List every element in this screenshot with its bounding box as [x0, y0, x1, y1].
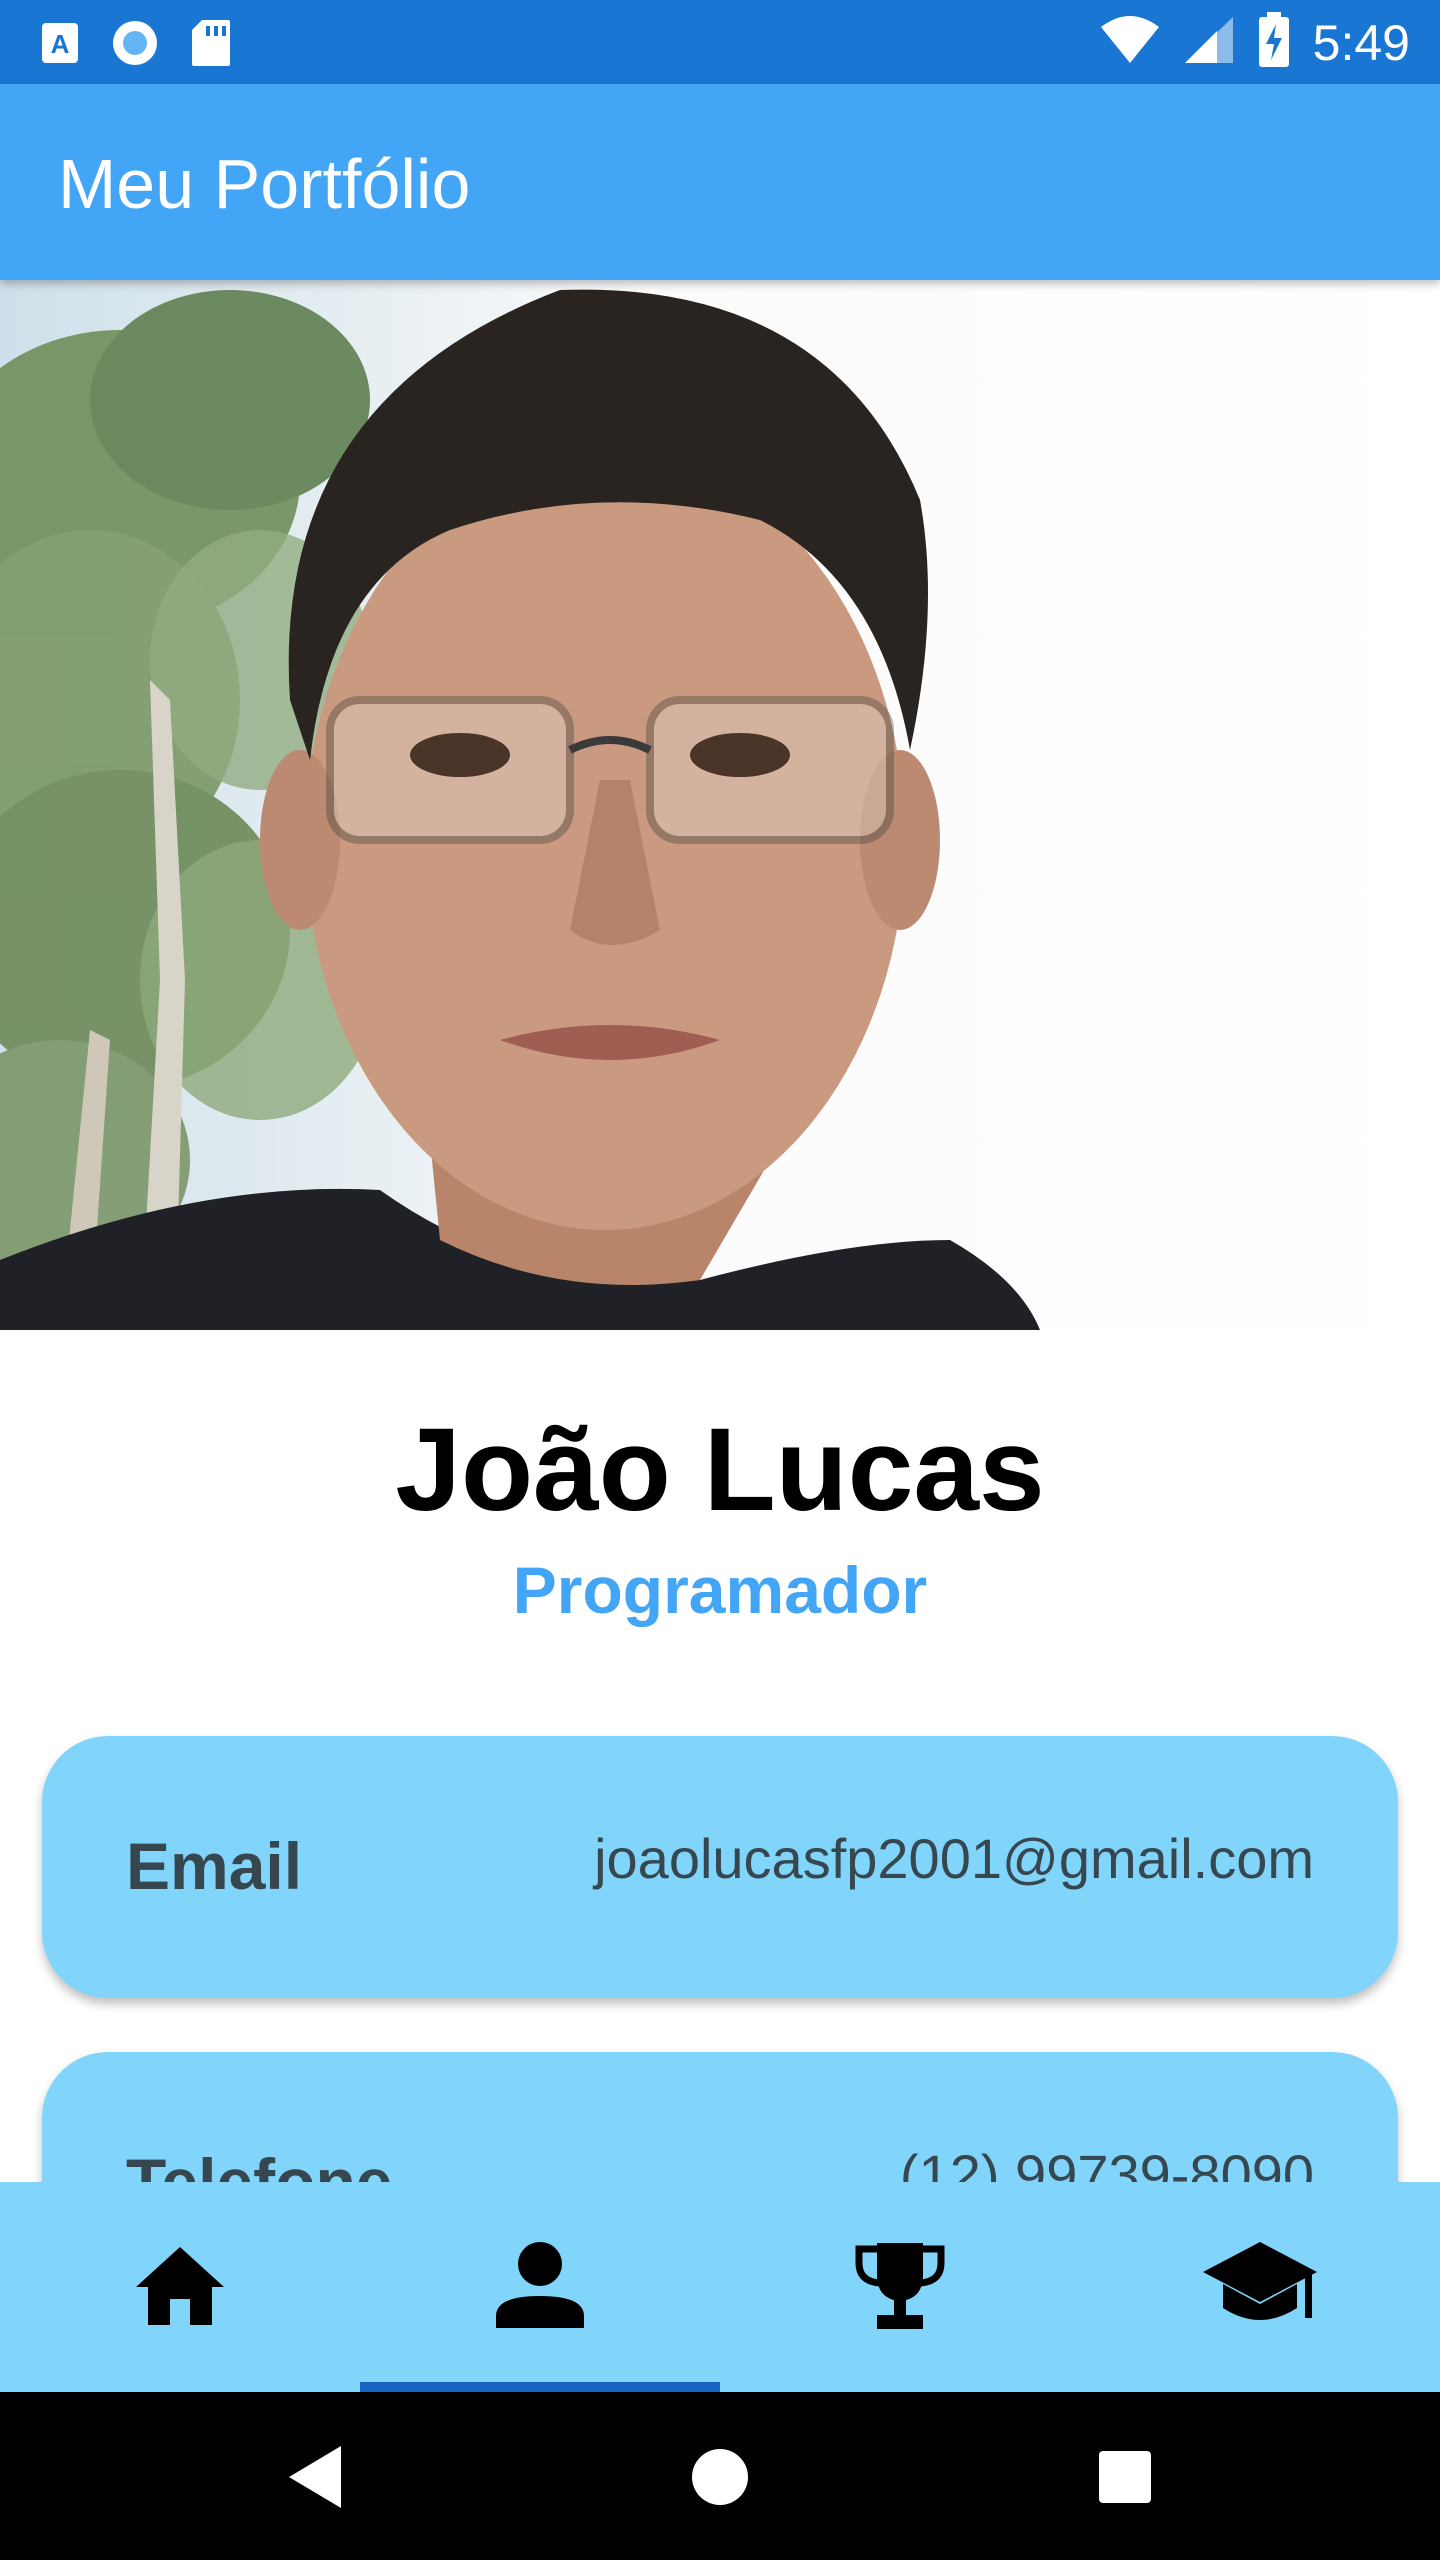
trophy-icon	[855, 2239, 945, 2336]
status-bar: A 5:49	[0, 0, 1440, 84]
back-icon[interactable]	[270, 2432, 360, 2522]
profile-photo	[0, 280, 1440, 1330]
page-title: Meu Portfólio	[58, 145, 471, 223]
profile-role: Programador	[512, 1553, 928, 1627]
selected-tab-indicator	[360, 2382, 720, 2392]
email-value: joaolucasfp2001@gmail.com	[594, 1827, 1314, 1890]
nav-item-achievements[interactable]	[720, 2182, 1080, 2392]
person-icon	[494, 2240, 586, 2335]
wifi-icon	[1099, 15, 1161, 70]
graduation-cap-icon	[1201, 2238, 1319, 2337]
sd-card-icon	[190, 18, 232, 73]
svg-text:A: A	[51, 29, 70, 59]
profile-name: João Lucas	[395, 1404, 1045, 1536]
bottom-navigation	[0, 2182, 1440, 2392]
nav-item-profile[interactable]	[360, 2182, 720, 2392]
email-label: Email	[126, 1829, 303, 1903]
email-card[interactable]: Email joaolucasfp2001@gmail.com	[42, 1736, 1398, 1998]
home-circle-icon[interactable]	[675, 2432, 765, 2522]
system-navigation-bar	[0, 2392, 1440, 2560]
sync-icon	[110, 18, 160, 73]
home-icon	[134, 2243, 226, 2332]
nav-item-home[interactable]	[0, 2182, 360, 2392]
signal-icon	[1183, 15, 1235, 70]
app-bar: Meu Portfólio	[0, 84, 1440, 280]
recents-icon[interactable]	[1080, 2432, 1170, 2522]
a-notification-icon: A	[40, 21, 80, 70]
battery-charging-icon	[1257, 12, 1291, 73]
nav-item-education[interactable]	[1080, 2182, 1440, 2392]
status-clock: 5:49	[1312, 14, 1410, 71]
